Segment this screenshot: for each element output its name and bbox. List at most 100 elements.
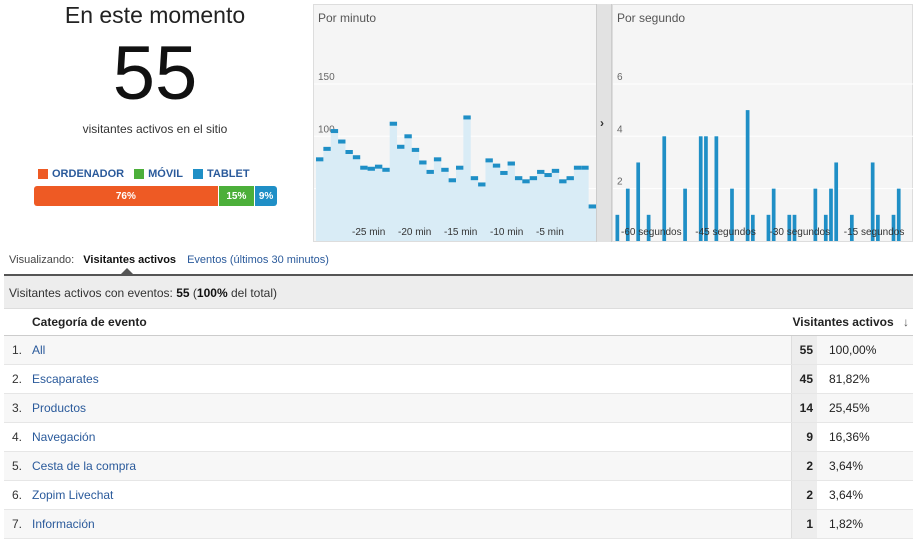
row-category-link[interactable]: All bbox=[32, 335, 791, 365]
data-point bbox=[389, 121, 398, 126]
row-count: 1 bbox=[790, 509, 817, 539]
legend-label: TABLET bbox=[206, 168, 250, 180]
row-index: 1. bbox=[4, 335, 32, 365]
per-second-chart: Por segundo 6 4 2 -60 segundos -45 segundos -… bbox=[612, 4, 914, 242]
tab-active-visitors[interactable]: Visitantes activos bbox=[83, 254, 176, 266]
table-row: 6. Zopim Livechat 2 3,64% bbox=[4, 480, 913, 510]
chart-divider[interactable]: › bbox=[596, 4, 612, 242]
device-share-tablet: 9% bbox=[255, 186, 277, 206]
row-category-link[interactable]: Zopim Livechat bbox=[32, 480, 791, 510]
arrow-down-icon[interactable]: ↓ bbox=[903, 315, 909, 329]
y-tick-label: 6 bbox=[617, 72, 623, 83]
data-point bbox=[419, 160, 427, 165]
data-point bbox=[566, 176, 574, 181]
data-point bbox=[360, 165, 368, 170]
x-tick-label: -5 min bbox=[536, 227, 564, 238]
data-point bbox=[316, 157, 324, 162]
data-point bbox=[544, 173, 552, 178]
visitors-header-label: Visitantes activos bbox=[792, 314, 894, 329]
data-point bbox=[492, 163, 501, 168]
data-point bbox=[456, 165, 464, 170]
per-minute-chart: Por minuto 15010050-25 min-20 min-15 min… bbox=[313, 4, 598, 242]
row-percent: 25,45% bbox=[817, 393, 913, 423]
x-tick-label: -10 min bbox=[490, 227, 523, 238]
events-summary-bar: Visitantes activos con eventos: 55 (100%… bbox=[4, 274, 913, 309]
bar bbox=[714, 136, 719, 241]
row-index: 3. bbox=[4, 393, 32, 423]
active-visitors-label: visitantes activos en el sitio bbox=[82, 122, 228, 136]
per-minute-chart-svg: 15010050-25 min-20 min-15 min-10 min-5 m… bbox=[314, 72, 598, 241]
x-tick-label: -60 segundos bbox=[621, 227, 682, 238]
active-visitors-count: 55 bbox=[112, 31, 198, 116]
table-row: 7. Información 1 1,82% bbox=[4, 509, 913, 539]
data-point bbox=[514, 176, 523, 181]
row-category-link[interactable]: Productos bbox=[32, 393, 791, 423]
legend-label: ORDENADOR bbox=[52, 168, 125, 180]
category-header[interactable]: Categoría de evento bbox=[32, 309, 791, 336]
visitors-header[interactable]: Visitantes activos ↓ bbox=[791, 309, 913, 336]
legend-swatch bbox=[38, 169, 48, 179]
data-point bbox=[500, 170, 508, 175]
legend-item-tablet: TABLET bbox=[192, 168, 250, 180]
row-count: 2 bbox=[790, 480, 817, 510]
row-index: 5. bbox=[4, 451, 32, 481]
bar bbox=[834, 162, 839, 241]
bar bbox=[683, 188, 687, 241]
data-point bbox=[463, 115, 471, 120]
per-second-chart-svg: 6 4 2 -60 segundos -45 segundos -30 segundos -… bbox=[613, 72, 914, 241]
legend-swatch bbox=[192, 169, 203, 179]
tab-events[interactable]: Eventos (últimos 30 minutos) bbox=[187, 254, 329, 266]
data-point bbox=[433, 157, 442, 162]
legend-label: MÓVIL bbox=[148, 168, 183, 180]
bar bbox=[698, 136, 703, 241]
data-point bbox=[507, 161, 515, 166]
row-count: 14 bbox=[790, 393, 817, 423]
chevron-right-icon[interactable]: › bbox=[600, 116, 604, 130]
bar bbox=[704, 136, 708, 241]
table-row: 3. Productos 14 25,45% bbox=[4, 393, 913, 423]
row-percent: 1,82% bbox=[817, 509, 913, 539]
row-category-link[interactable]: Información bbox=[32, 509, 791, 539]
x-tick-label: -15 min bbox=[444, 227, 477, 238]
device-share-desktop: 76% bbox=[34, 186, 219, 206]
row-category-link[interactable]: Escaparates bbox=[32, 364, 791, 394]
row-category-link[interactable]: Navegación bbox=[32, 422, 791, 452]
bar bbox=[662, 136, 667, 241]
y-tick-label: 2 bbox=[617, 177, 623, 188]
x-tick-label: -20 min bbox=[398, 227, 431, 238]
data-point bbox=[411, 147, 420, 152]
table-header-row: Categoría de evento Visitantes activos ↓ bbox=[4, 309, 913, 336]
summary-percent: 100% bbox=[196, 286, 228, 300]
row-category-link[interactable]: Cesta de la compra bbox=[32, 451, 791, 481]
row-count: 45 bbox=[790, 364, 817, 394]
row-percent: 100,00% bbox=[817, 335, 913, 365]
data-point bbox=[478, 182, 486, 187]
row-index: 4. bbox=[4, 422, 32, 452]
data-point bbox=[529, 176, 538, 181]
data-point bbox=[352, 155, 361, 160]
table-row: 5. Cesta de la compra 2 3,64% bbox=[4, 451, 913, 481]
row-percent: 81,82% bbox=[817, 364, 913, 394]
view-tabs: Visualizando: Visitantes activos Eventos… bbox=[9, 254, 329, 266]
table-row: 2. Escaparates 45 81,82% bbox=[4, 364, 913, 394]
row-count: 9 bbox=[790, 422, 817, 452]
data-point bbox=[338, 139, 346, 144]
view-prefix: Visualizando: bbox=[9, 254, 75, 266]
table-row: 1. All 55 100,00% bbox=[4, 335, 913, 365]
data-point bbox=[559, 179, 567, 184]
device-legend: ORDENADOR MÓVIL TABLET bbox=[38, 168, 250, 180]
bar bbox=[745, 110, 750, 241]
data-point bbox=[367, 166, 375, 171]
table-row: 4. Navegación 9 16,36% bbox=[4, 422, 913, 452]
data-point bbox=[537, 169, 545, 174]
data-point bbox=[588, 204, 596, 209]
realtime-summary: En este momento 55 visitantes activos en… bbox=[0, 0, 310, 245]
summary-suffix: del total) bbox=[230, 286, 277, 300]
data-point bbox=[404, 134, 412, 139]
data-point bbox=[441, 167, 449, 172]
data-point bbox=[573, 165, 582, 170]
summary-count: 55 bbox=[176, 286, 190, 300]
data-point bbox=[330, 129, 339, 134]
x-tick-label: -30 segundos bbox=[770, 227, 831, 238]
data-point bbox=[323, 146, 331, 151]
